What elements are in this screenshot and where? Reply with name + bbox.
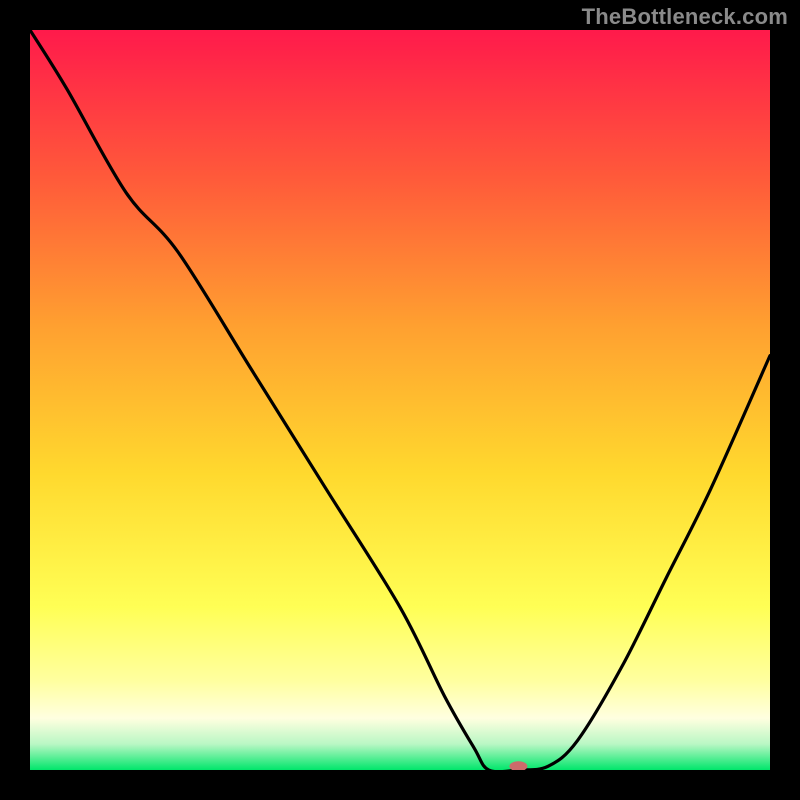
watermark-text: TheBottleneck.com [582,4,788,30]
bottleneck-chart [30,30,770,770]
plot-background [30,30,770,770]
chart-frame: TheBottleneck.com [0,0,800,800]
